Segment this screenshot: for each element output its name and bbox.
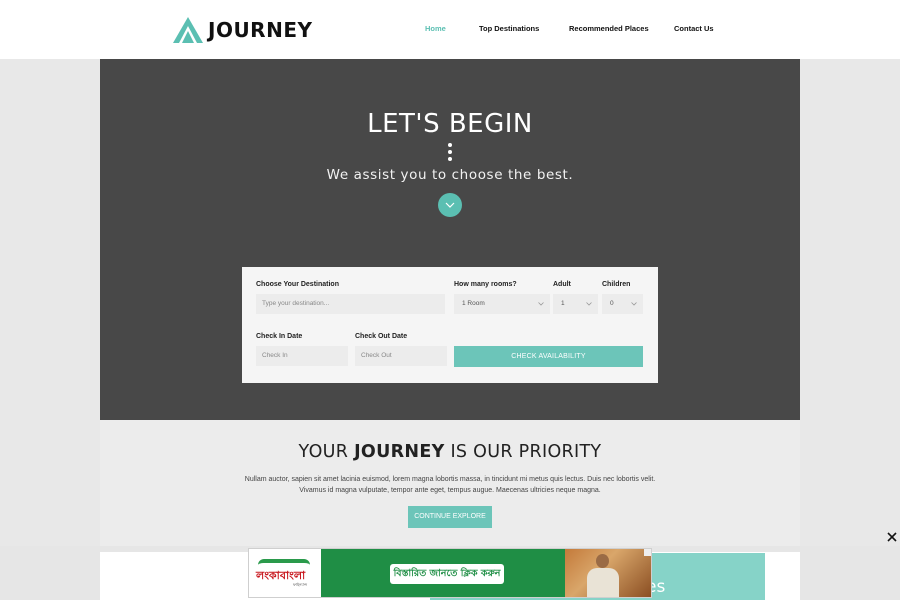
checkin-label: Check In Date [256, 333, 303, 340]
ad-photo [565, 549, 651, 597]
priority-title-post: IS OUR PRIORITY [450, 442, 602, 462]
check-availability-button[interactable]: CHECK AVAILABILITY [454, 346, 643, 367]
chevron-down-icon [445, 202, 455, 208]
checkin-input[interactable] [256, 346, 348, 366]
main-nav: Home Top Destinations Recommended Places… [0, 24, 900, 38]
children-value: 0 [610, 300, 614, 307]
booking-form: Choose Your Destination How many rooms? … [242, 267, 658, 383]
site-header: JOURNEY Home Top Destinations Recommende… [0, 0, 900, 59]
chevron-down-icon [631, 302, 637, 306]
children-label: Children [602, 281, 631, 288]
ad-logo-arc-icon [258, 559, 310, 565]
continue-explore-button[interactable]: CONTINUE EXPLORE [408, 506, 492, 528]
scroll-down-button[interactable] [438, 193, 462, 217]
chevron-down-icon [538, 302, 544, 306]
rooms-select[interactable]: 1 Room [454, 294, 550, 314]
priority-title-pre: YOUR [298, 442, 349, 462]
nav-top-destinations[interactable]: Top Destinations [479, 24, 539, 33]
hero-subtitle: We assist you to choose the best. [326, 167, 574, 183]
nav-home[interactable]: Home [425, 24, 446, 33]
priority-title-bold: JOURNEY [354, 442, 445, 462]
ad-info-icon[interactable] [644, 549, 651, 556]
close-ad-button[interactable] [885, 530, 899, 544]
ad-cta-button[interactable]: বিস্তারিত জানতে ক্লিক করুন [390, 564, 504, 584]
rooms-value: 1 Room [462, 300, 485, 307]
hero-title: LET'S BEGIN [367, 109, 533, 139]
destination-label: Choose Your Destination [256, 281, 339, 288]
chevron-down-icon [586, 302, 592, 306]
priority-title: YOUR JOURNEY IS OUR PRIORITY [100, 442, 800, 462]
adult-value: 1 [561, 300, 565, 307]
dots-divider-icon [447, 143, 453, 163]
priority-description: Nullam auctor, sapien sit amet lacinia e… [244, 476, 656, 494]
nav-contact-us[interactable]: Contact Us [674, 24, 714, 33]
ad-person-body [587, 568, 619, 597]
children-select[interactable]: 0 [602, 294, 643, 314]
checkout-label: Check Out Date [355, 333, 408, 340]
rooms-label: How many rooms? [454, 281, 517, 288]
ad-person-head [596, 554, 609, 568]
checkout-input[interactable] [355, 346, 447, 366]
priority-section: YOUR JOURNEY IS OUR PRIORITY Nullam auct… [100, 420, 800, 552]
adult-select[interactable]: 1 [553, 294, 598, 314]
destination-input[interactable] [256, 294, 445, 314]
nav-recommended-places[interactable]: Recommended Places [569, 24, 649, 33]
close-icon [887, 532, 897, 542]
advertisement-banner[interactable]: লংকাবাংলা ফাইন্যান্স বিস্তারিত জানতে ক্ল… [248, 548, 652, 598]
adult-label: Adult [553, 281, 571, 288]
ad-logo-panel: লংকাবাংলা ফাইন্যান্স [249, 549, 321, 597]
ad-logo-subtext: ফাইন্যান্স [293, 582, 308, 587]
